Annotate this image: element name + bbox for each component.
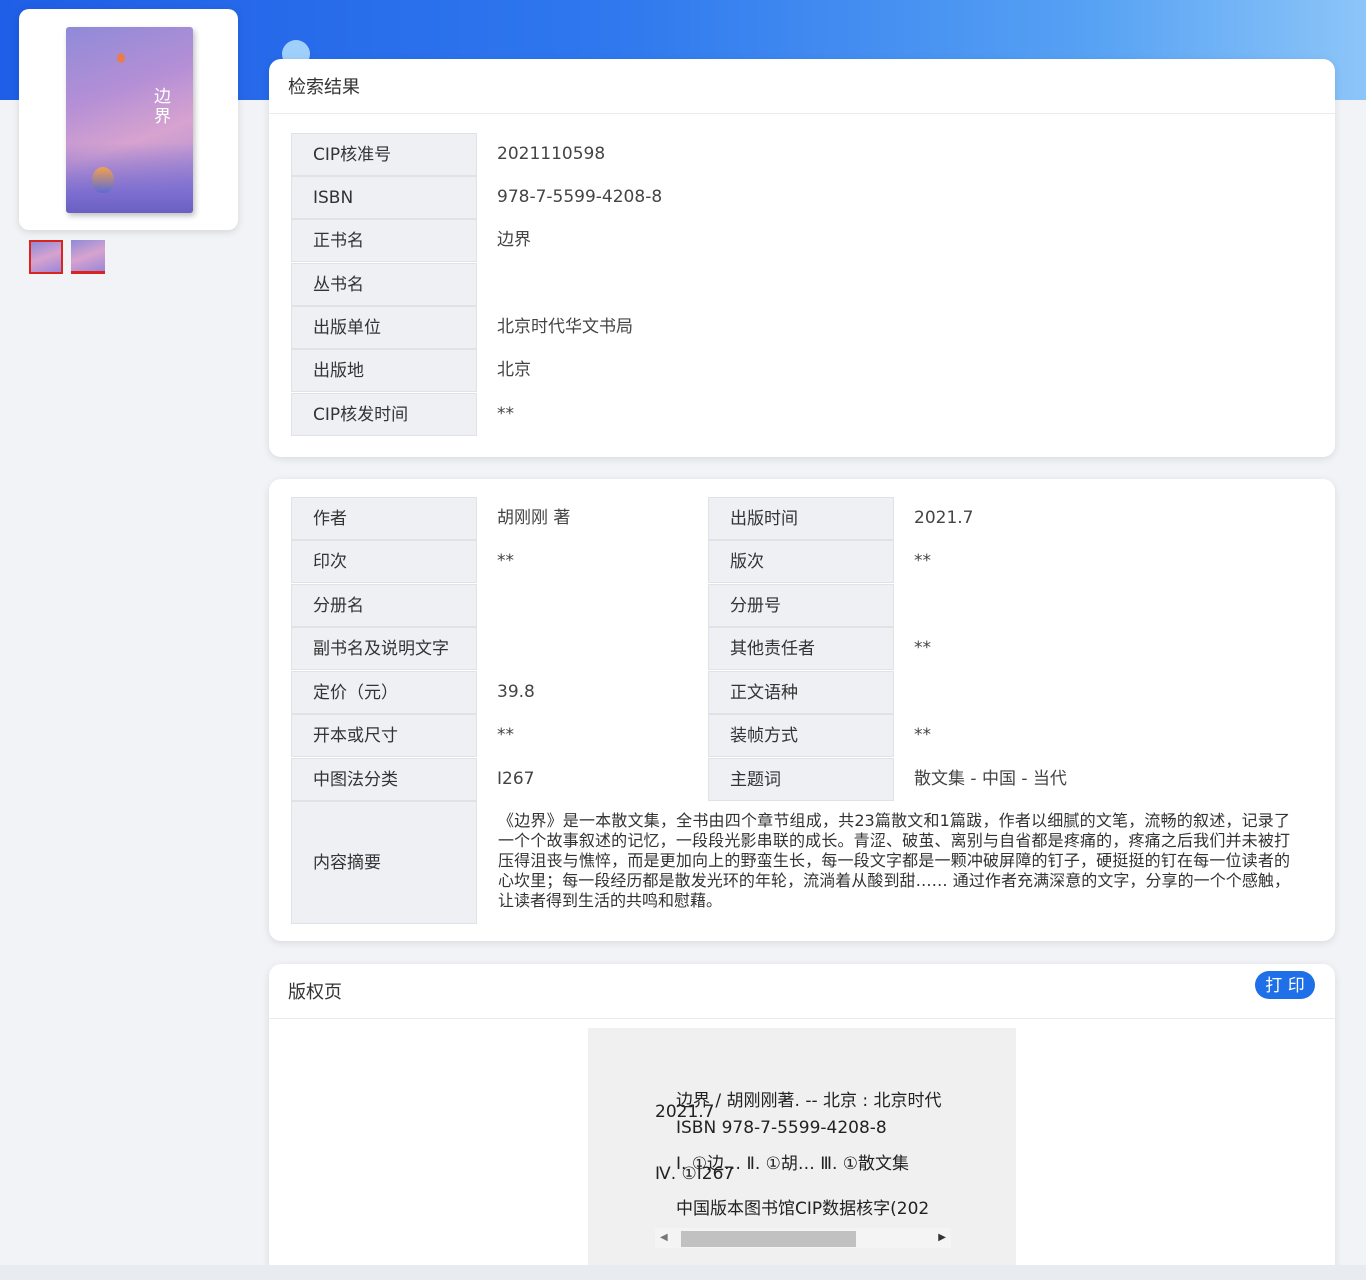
summary-label: 内容摘要 [291,801,477,924]
row-label: 出版地 [291,349,477,392]
row-value: ** [914,551,931,571]
cover-image-panel[interactable]: 边界 [19,9,238,230]
row-value: ** [497,725,514,745]
row-value: 北京 [497,360,531,380]
row-label: 装帧方式 [708,714,894,757]
row-value: 胡刚刚 著 [497,508,571,528]
row-label: 中图法分类 [291,758,477,801]
row-value: ** [497,551,514,571]
row-label: 版次 [708,540,894,583]
row-label: 定价（元） [291,671,477,714]
row-value [894,584,914,627]
copyright-page-card: 版权页 打 印 边界 / 胡刚刚著. -- 北京 : 北京时代 2021.7 I… [269,964,1335,1280]
cip-data-viewport: 边界 / 胡刚刚著. -- 北京 : 北京时代 2021.7 ISBN 978-… [655,1078,951,1248]
horizontal-scrollbar[interactable]: ◀ ▶ [655,1228,951,1248]
search-result-card: 检索结果 CIP核准号 2021110598 ISBN 978-7-5599-4… [269,59,1335,457]
print-button[interactable]: 打 印 [1255,971,1315,999]
cip-line: ISBN 978-7-5599-4208-8 [676,1118,887,1138]
scroll-thumb[interactable] [681,1231,856,1247]
row-label: ISBN [291,176,477,219]
row-label: 正文语种 [708,671,894,714]
row-value: 39.8 [497,682,535,702]
row-label: 印次 [291,540,477,583]
balloon-icon [92,167,114,193]
book-details-card: 作者 胡刚刚 著 出版时间 2021.7 印次 ** 版次 ** 分册名 分册号… [269,479,1335,941]
scroll-right-icon[interactable]: ▶ [938,1232,946,1243]
cip-line: Ⅳ. ①I267 [655,1164,735,1184]
row-value: I267 [497,769,535,789]
row-value [894,671,914,714]
row-value: 北京时代华文书局 [497,317,633,337]
cip-line: 边界 / 胡刚刚著. -- 北京 : 北京时代 [676,1091,942,1111]
balloon-icon [117,53,125,63]
row-value: 978-7-5599-4208-8 [497,187,663,207]
row-value: ** [914,725,931,745]
thumbnail-cover-front[interactable] [29,240,63,274]
row-label: 丛书名 [291,263,477,306]
row-value: 边界 [497,230,531,250]
row-label: 主题词 [708,758,894,801]
row-value: ** [914,638,931,658]
row-value: 散文集 - 中国 - 当代 [914,769,1067,789]
cip-data-image: 边界 / 胡刚刚著. -- 北京 : 北京时代 2021.7 ISBN 978-… [588,1028,1016,1280]
row-label: 作者 [291,497,477,540]
scroll-left-icon[interactable]: ◀ [660,1232,668,1243]
row-value: 2021.7 [914,508,974,528]
row-label: 开本或尺寸 [291,714,477,757]
row-label: 出版时间 [708,497,894,540]
row-label: 正书名 [291,219,477,262]
row-value: ** [497,404,514,424]
bottom-strip [0,1265,1366,1280]
cip-line: 中国版本图书馆CIP数据核字(202 [676,1199,930,1219]
row-label: 其他责任者 [708,627,894,670]
row-label: 分册号 [708,584,894,627]
row-label: CIP核发时间 [291,393,477,436]
row-label: CIP核准号 [291,133,477,176]
cover-title: 边界 [154,87,171,127]
row-label: 副书名及说明文字 [291,627,477,670]
summary-text: 《边界》是一本散文集，全书由四个章节组成，共23篇散文和1篇跋，作者以细腻的文笔… [498,811,1290,910]
thumbnail-cover-back[interactable] [71,240,105,274]
row-label: 分册名 [291,584,477,627]
book-cover-image: 边界 [66,27,193,213]
cover-landscape [66,143,193,213]
search-result-title: 检索结果 [269,59,1335,114]
copyright-page-title: 版权页 [269,964,1335,1019]
row-value [477,584,497,627]
row-value [477,263,497,306]
row-label: 出版单位 [291,306,477,349]
row-value: 2021110598 [497,144,606,164]
row-value [477,627,497,670]
